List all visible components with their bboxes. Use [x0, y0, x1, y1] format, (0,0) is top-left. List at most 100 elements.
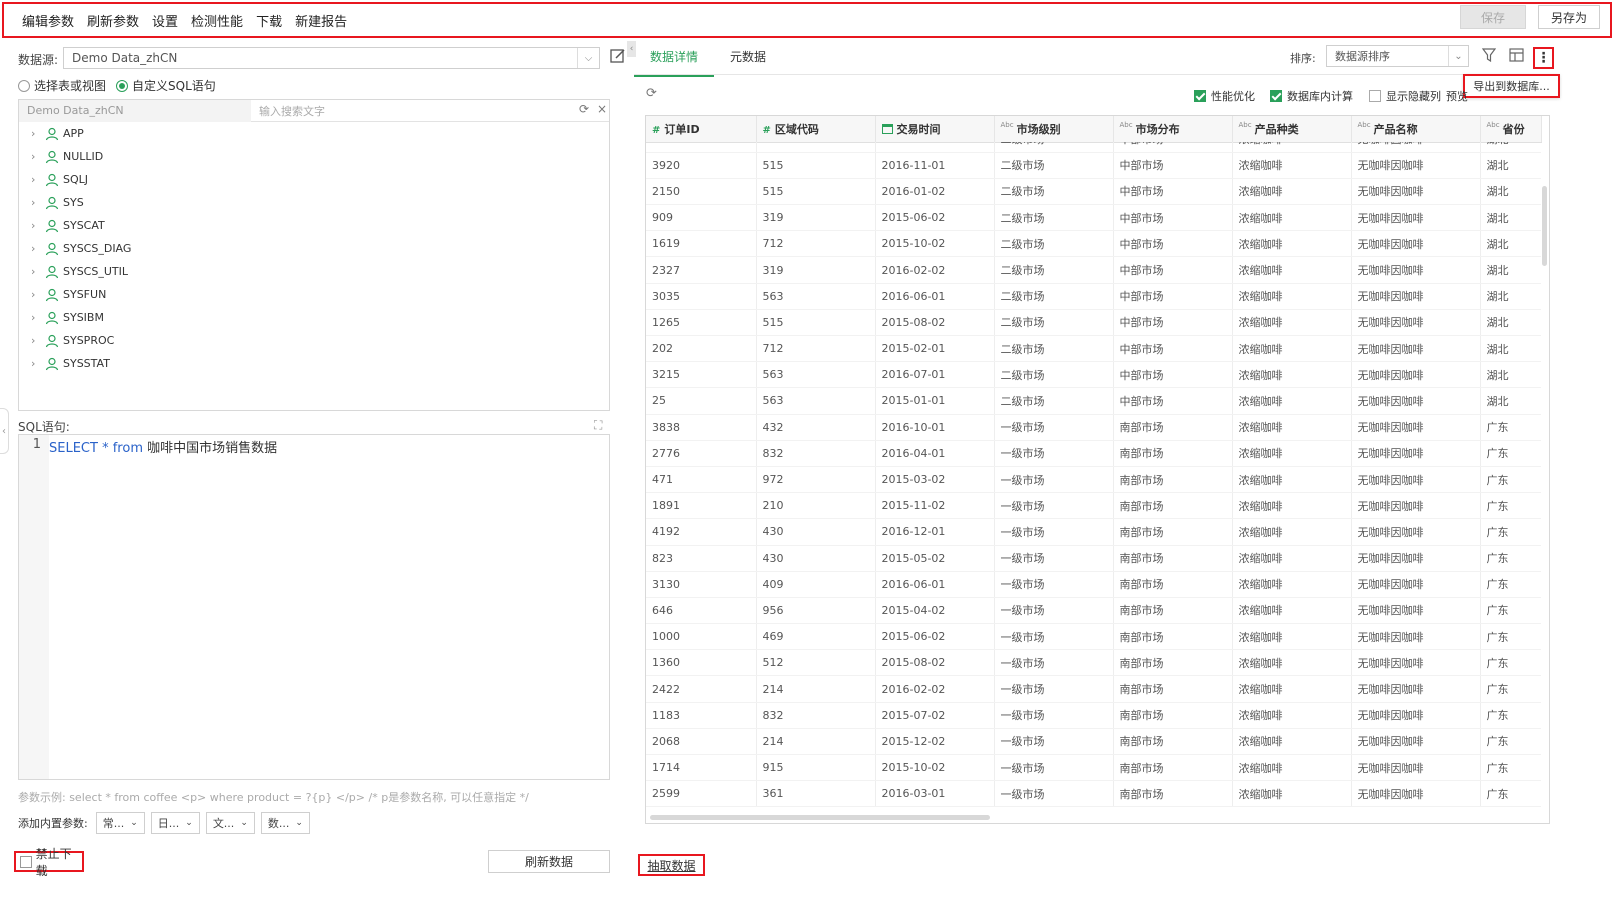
refresh-icon[interactable]: ⟳ [579, 102, 589, 116]
table-row[interactable]: 2150 515 2016-01-02 二级市场 中部市场 浓缩咖啡 无咖啡因咖啡 湖北 [646, 178, 1541, 206]
tree-item[interactable]: › SYS [19, 191, 609, 214]
column-header[interactable]: Abc 市场级别 [994, 116, 1114, 143]
table-row[interactable]: 1891 210 2015-11-02 一级市场 南部市场 浓缩咖啡 无咖啡因咖啡 广东 [646, 492, 1541, 520]
menu-settings[interactable]: 设置 [152, 11, 178, 30]
table-row[interactable]: 646 956 2015-04-02 一级市场 南部市场 浓缩咖啡 无咖啡因咖啡 广东 [646, 597, 1541, 625]
collapse-left-handle[interactable]: ‹ [0, 408, 9, 454]
close-icon[interactable]: × [597, 102, 607, 116]
table-row[interactable]: 2327 319 2016-02-02 二级市场 中部市场 浓缩咖啡 无咖啡因咖啡 湖北 [646, 256, 1541, 284]
table-row[interactable]: 3838 432 2016-10-01 一级市场 南部市场 浓缩咖啡 无咖啡因咖啡 广东 [646, 414, 1541, 441]
horizontal-scrollbar[interactable] [650, 815, 990, 820]
tab-metadata[interactable]: 元数据 [714, 44, 782, 77]
menu-new-report[interactable]: 新建报告 [295, 11, 347, 30]
chevron-right-icon[interactable]: › [31, 150, 45, 163]
column-header[interactable]: Abc 市场分布 [1113, 116, 1233, 143]
chevron-right-icon[interactable]: › [31, 242, 45, 255]
table-row[interactable]: 1360 512 2015-08-02 一级市场 南部市场 浓缩咖啡 无咖啡因咖啡 广东 [646, 649, 1541, 677]
tree-item[interactable]: › SYSCS_UTIL [19, 260, 609, 283]
table-row[interactable]: 823 430 2015-05-02 一级市场 南部市场 浓缩咖啡 无咖啡因咖啡 广东 [646, 545, 1541, 572]
save-as-button[interactable]: 另存为 [1538, 5, 1600, 29]
chevron-right-icon[interactable]: › [31, 196, 45, 209]
chevron-right-icon[interactable]: › [31, 288, 45, 301]
option-performance[interactable]: 性能优化 [1194, 88, 1255, 104]
option-preview[interactable]: 预览 [1446, 88, 1468, 104]
tree-item[interactable]: › SYSPROC [19, 329, 609, 352]
export-to-database-menu-item[interactable]: 导出到数据库... [1463, 74, 1560, 98]
option-db-calc[interactable]: 数据库内计算 [1270, 88, 1353, 104]
param-select-text[interactable]: 文... ⌄ [205, 812, 255, 834]
tree-item[interactable]: › SQLJ [19, 168, 609, 191]
chevron-right-icon[interactable]: › [31, 311, 45, 324]
radio-table-view[interactable] [18, 79, 30, 92]
table-row[interactable]: 3920 515 2016-11-01 二级市场 中部市场 浓缩咖啡 无咖啡因咖啡 湖北 [646, 152, 1541, 179]
menu-check-performance[interactable]: 检测性能 [191, 11, 243, 30]
table-row[interactable]: 202 712 2015-02-01 二级市场 中部市场 浓缩咖啡 无咖啡因咖啡 湖北 [646, 335, 1541, 363]
table-row[interactable]: 3130 409 2016-06-01 一级市场 南部市场 浓缩咖啡 无咖啡因咖啡 广东 [646, 571, 1541, 598]
column-header[interactable]: Abc 产品种类 [1232, 116, 1352, 143]
datasource-select[interactable]: Demo Data_zhCN ⌵ [63, 47, 600, 69]
grid-body[interactable]: 28585632016-05-01二级市场中部市场浓缩咖啡无咖啡因咖啡湖北392… [646, 142, 1541, 807]
column-header[interactable]: # 区域代码 [756, 116, 876, 143]
tree-item[interactable]: › SYSCS_DIAG [19, 237, 609, 260]
column-header[interactable]: 交易时间 [875, 116, 995, 143]
disable-download-option[interactable]: 禁止下载 [14, 847, 84, 878]
option-show-hidden[interactable]: 显示隐藏列 [1369, 88, 1441, 104]
table-row[interactable]: 2068 214 2015-12-02 一级市场 南部市场 浓缩咖啡 无咖啡因咖啡 广东 [646, 728, 1541, 756]
column-header[interactable]: Abc 产品名称 [1351, 116, 1481, 143]
tree-search-input[interactable]: 输入搜索文字 [251, 103, 609, 119]
table-row[interactable]: 2599 361 2016-03-01 一级市场 南部市场 浓缩咖啡 无咖啡因咖啡 广东 [646, 780, 1541, 807]
menu-edit-params[interactable]: 编辑参数 [22, 11, 74, 30]
param-select-date[interactable]: 日... ⌄ [150, 812, 200, 834]
menu-refresh-params[interactable]: 刷新参数 [87, 11, 139, 30]
tree-item[interactable]: › SYSSTAT [19, 352, 609, 375]
table-row[interactable]: 1000 469 2015-06-02 一级市场 南部市场 浓缩咖啡 无咖啡因咖啡 广东 [646, 623, 1541, 651]
fullscreen-icon[interactable]: ⛶ [594, 418, 602, 433]
tree-item[interactable]: › SYSFUN [19, 283, 609, 306]
chevron-right-icon[interactable]: › [31, 173, 45, 186]
chevron-right-icon[interactable]: › [31, 357, 45, 370]
table-row[interactable]: 3215 563 2016-07-01 二级市场 中部市场 浓缩咖啡 无咖啡因咖啡 湖北 [646, 361, 1541, 389]
refresh-data-button[interactable]: 刷新数据 [488, 850, 610, 873]
table-row[interactable]: 1714 915 2015-10-02 一级市场 南部市场 浓缩咖啡 无咖啡因咖啡 广东 [646, 754, 1541, 782]
tree-item[interactable]: › APP [19, 122, 609, 145]
table-row[interactable]: 28585632016-05-01二级市场中部市场浓缩咖啡无咖啡因咖啡湖北 [646, 142, 1541, 153]
extract-data-button[interactable]: 抽取数据 [638, 854, 705, 876]
performance-checkbox[interactable] [1194, 90, 1206, 102]
tree-item[interactable]: › SYSCAT [19, 214, 609, 237]
tree-item[interactable]: › SYSIBM [19, 306, 609, 329]
reload-icon[interactable]: ⟳ [646, 86, 657, 101]
tab-data-details[interactable]: 数据详情 [634, 44, 715, 77]
db-calc-checkbox[interactable] [1270, 90, 1282, 102]
save-button[interactable]: 保存 [1460, 5, 1526, 29]
tree-item[interactable]: › NULLID [19, 145, 609, 168]
show-hidden-checkbox[interactable] [1369, 90, 1381, 102]
more-options-icon[interactable]: ⋮ [1533, 47, 1554, 69]
sort-select[interactable]: 数据源排序 ⌄ [1326, 45, 1469, 67]
chevron-right-icon[interactable]: › [31, 334, 45, 347]
table-row[interactable]: 1183 832 2015-07-02 一级市场 南部市场 浓缩咖啡 无咖啡因咖啡 广东 [646, 702, 1541, 729]
table-row[interactable]: 2776 832 2016-04-01 一级市场 南部市场 浓缩咖啡 无咖啡因咖啡 广东 [646, 440, 1541, 467]
table-row[interactable]: 471 972 2015-03-02 一级市场 南部市场 浓缩咖啡 无咖啡因咖啡 广东 [646, 466, 1541, 494]
sql-editor[interactable]: 1 SELECT * from 咖啡中国市场销售数据 [18, 434, 610, 780]
disable-download-checkbox[interactable] [20, 855, 32, 868]
table-row[interactable]: 3035 563 2016-06-01 二级市场 中部市场 浓缩咖啡 无咖啡因咖啡 湖北 [646, 283, 1541, 310]
table-row[interactable]: 25 563 2015-01-01 二级市场 中部市场 浓缩咖啡 无咖啡因咖啡 湖北 [646, 387, 1541, 415]
edit-icon[interactable] [610, 48, 628, 66]
column-header[interactable]: # 订单ID [646, 116, 757, 143]
param-select-number[interactable]: 数... ⌄ [260, 812, 310, 834]
menu-download[interactable]: 下载 [256, 11, 282, 30]
table-row[interactable]: 1619 712 2015-10-02 二级市场 中部市场 浓缩咖啡 无咖啡因咖啡 湖北 [646, 230, 1541, 258]
table-row[interactable]: 4192 430 2016-12-01 一级市场 南部市场 浓缩咖啡 无咖啡因咖啡 广东 [646, 518, 1541, 546]
chevron-right-icon[interactable]: › [31, 265, 45, 278]
column-header[interactable]: Abc 省份 [1480, 116, 1542, 143]
filter-icon[interactable] [1481, 48, 1497, 66]
table-row[interactable]: 1265 515 2015-08-02 二级市场 中部市场 浓缩咖啡 无咖啡因咖啡 湖北 [646, 309, 1541, 337]
table-row[interactable]: 2422 214 2016-02-02 一级市场 南部市场 浓缩咖啡 无咖啡因咖啡 广东 [646, 675, 1541, 703]
chevron-right-icon[interactable]: › [31, 219, 45, 232]
vertical-scrollbar[interactable] [1542, 186, 1547, 266]
radio-custom-sql[interactable] [116, 79, 129, 92]
column-settings-icon[interactable] [1509, 48, 1524, 66]
table-row[interactable]: 909 319 2015-06-02 二级市场 中部市场 浓缩咖啡 无咖啡因咖啡 湖北 [646, 204, 1541, 232]
param-select-constant[interactable]: 常... ⌄ [95, 812, 145, 834]
chevron-right-icon[interactable]: › [31, 127, 45, 140]
